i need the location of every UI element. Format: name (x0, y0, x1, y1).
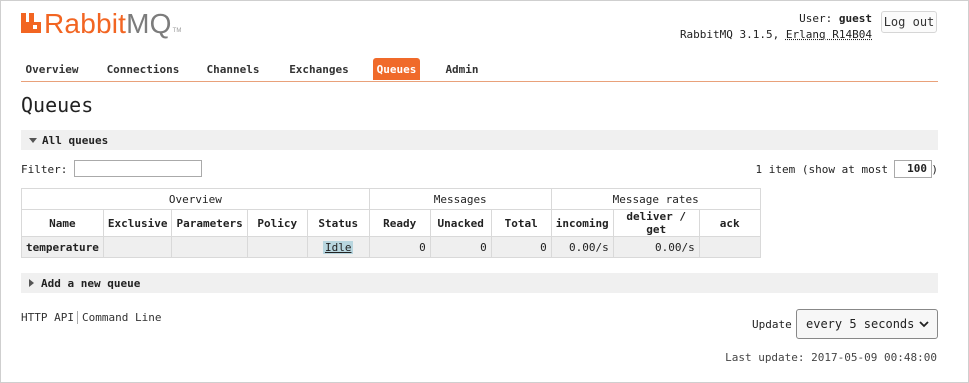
last-update-text: Last update: 2017-05-09 00:48:00 (725, 351, 937, 364)
filter-label: Filter: (21, 163, 68, 176)
cell-policy (246, 236, 308, 258)
update-label: Update (752, 318, 792, 331)
tab-connections[interactable]: Connections (101, 58, 185, 80)
col-ready[interactable]: Ready (368, 209, 431, 237)
filter-row: Filter: 1 item (show at most 100 ) (21, 159, 938, 179)
app-frame: RabbitMQ TM User: guest RabbitMQ 3.1.5, … (0, 0, 969, 383)
col-total[interactable]: Total (490, 209, 552, 237)
user-info: User: guest RabbitMQ 3.1.5, Erlang R14B0… (680, 11, 872, 43)
queue-name-link[interactable]: temperature (21, 236, 104, 258)
tab-channels[interactable]: Channels (201, 58, 265, 80)
col-name[interactable]: Name (21, 209, 104, 237)
page-title: Queues (21, 93, 94, 117)
col-exclusive[interactable]: Exclusive (102, 209, 173, 237)
update-interval-select[interactable]: every 5 seconds (796, 309, 938, 339)
logo-tm: TM (172, 28, 182, 34)
cell-status: Idle (306, 236, 370, 258)
footer-links: HTTP API Command Line (21, 311, 161, 324)
tab-queues[interactable]: Queues (373, 58, 420, 80)
user-name: guest (838, 12, 872, 25)
rabbit-logo-icon (21, 13, 41, 33)
col-parameters[interactable]: Parameters (171, 209, 248, 237)
cell-ack (698, 236, 761, 258)
cell-total: 0 (490, 236, 552, 258)
chevron-down-icon (919, 321, 929, 328)
logo-mq: MQ (126, 8, 172, 39)
cell-parameters (171, 236, 248, 258)
col-status[interactable]: Status (306, 209, 370, 237)
queues-table: Overview Messages Message rates Name Exc… (21, 188, 761, 258)
user-label: User: (799, 12, 833, 25)
table-row[interactable]: temperature Idle 0 0 0 0.00/s 0.00/s (21, 236, 761, 258)
col-ack[interactable]: ack (698, 209, 761, 237)
erlang-version[interactable]: Erlang R14B04 (786, 28, 872, 41)
version-text: RabbitMQ 3.1.5, (679, 28, 780, 41)
footer-separator (76, 311, 78, 324)
all-queues-label: All queues (42, 133, 109, 147)
group-messages: Messages (368, 188, 552, 210)
col-policy[interactable]: Policy (246, 209, 308, 237)
items-max-input[interactable]: 100 (894, 160, 932, 178)
command-line-link[interactable]: Command Line (82, 311, 161, 324)
table-group-header: Overview Messages Message rates (21, 188, 761, 210)
status-badge: Idle (322, 240, 354, 254)
col-unacked[interactable]: Unacked (429, 209, 492, 237)
items-info: 1 item (show at most (755, 163, 888, 176)
update-selected-value: every 5 seconds (806, 317, 915, 331)
cell-incoming: 0.00/s (550, 236, 614, 258)
items-info-close: ) (931, 163, 938, 176)
tab-overview[interactable]: Overview (21, 58, 83, 80)
tab-exchanges[interactable]: Exchanges (283, 58, 355, 80)
cell-exclusive (102, 236, 173, 258)
logo-text: RabbitMQ (44, 9, 172, 39)
col-incoming[interactable]: incoming (550, 209, 614, 237)
main-tabs: Overview Connections Channels Exchanges … (21, 58, 938, 82)
expand-triangle-icon (29, 279, 34, 287)
filter-input[interactable] (74, 160, 202, 177)
cell-ready: 0 (368, 236, 431, 258)
group-overview: Overview (21, 188, 370, 210)
col-deliver-get[interactable]: deliver / get (612, 209, 700, 237)
rabbitmq-logo[interactable]: RabbitMQ TM (21, 9, 181, 39)
logo-rabbit: Rabbit (44, 8, 127, 39)
collapse-triangle-icon (29, 137, 37, 143)
cell-deliver-get: 0.00/s (612, 236, 700, 258)
add-queue-toggle[interactable]: Add a new queue (21, 273, 938, 293)
group-message-rates: Message rates (550, 188, 761, 210)
tab-admin[interactable]: Admin (441, 58, 483, 80)
table-column-header: Name Exclusive Parameters Policy Status … (21, 209, 761, 237)
cell-unacked: 0 (429, 236, 492, 258)
logout-button[interactable]: Log out (881, 11, 937, 33)
all-queues-toggle[interactable]: All queues (21, 130, 938, 150)
http-api-link[interactable]: HTTP API (21, 311, 74, 324)
add-queue-label: Add a new queue (41, 276, 141, 290)
